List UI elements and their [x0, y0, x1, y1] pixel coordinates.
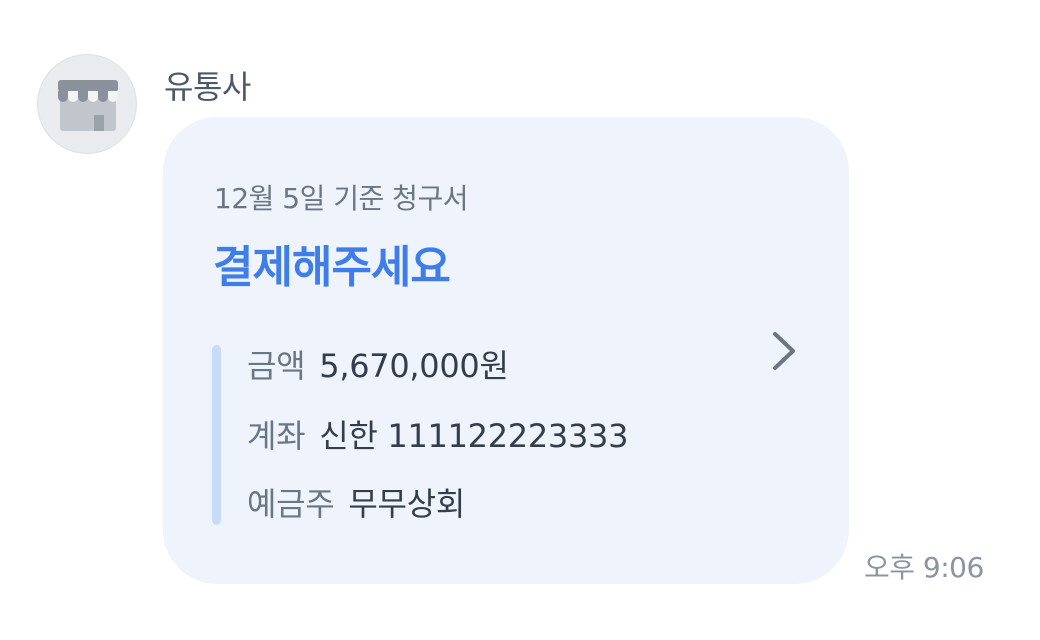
amount-row: 금액 5,670,000원	[247, 341, 509, 387]
store-icon	[58, 80, 118, 131]
message-timestamp: 오후 9:06	[864, 551, 984, 584]
sender-name: 유통사	[164, 68, 251, 106]
amount-value: 5,670,000원	[319, 347, 509, 385]
account-holder-row: 예금주 무무상회	[247, 479, 465, 525]
chevron-right-icon[interactable]	[767, 328, 799, 374]
invoice-message-card[interactable]: 12월 5일 기준 청구서 결제해주세요 금액 5,670,000원 계좌 신한 1…	[163, 117, 849, 584]
amount-label: 금액	[247, 347, 306, 385]
account-row: 계좌 신한 111122223333	[247, 411, 628, 457]
chat-screen: 유통사 12월 5일 기준 청구서 결제해주세요 금액 5,670,000원 계좌…	[0, 0, 1040, 640]
avatar[interactable]	[37, 54, 137, 154]
account-label: 계좌	[247, 417, 306, 455]
invoice-subtitle: 12월 5일 기준 청구서	[214, 182, 468, 215]
account-holder-value: 무무상회	[348, 485, 465, 523]
invoice-headline: 결제해주세요	[213, 242, 451, 293]
account-holder-label: 예금주	[247, 485, 335, 523]
account-value: 신한 111122223333	[319, 417, 629, 455]
detail-accent-bar	[212, 345, 221, 525]
